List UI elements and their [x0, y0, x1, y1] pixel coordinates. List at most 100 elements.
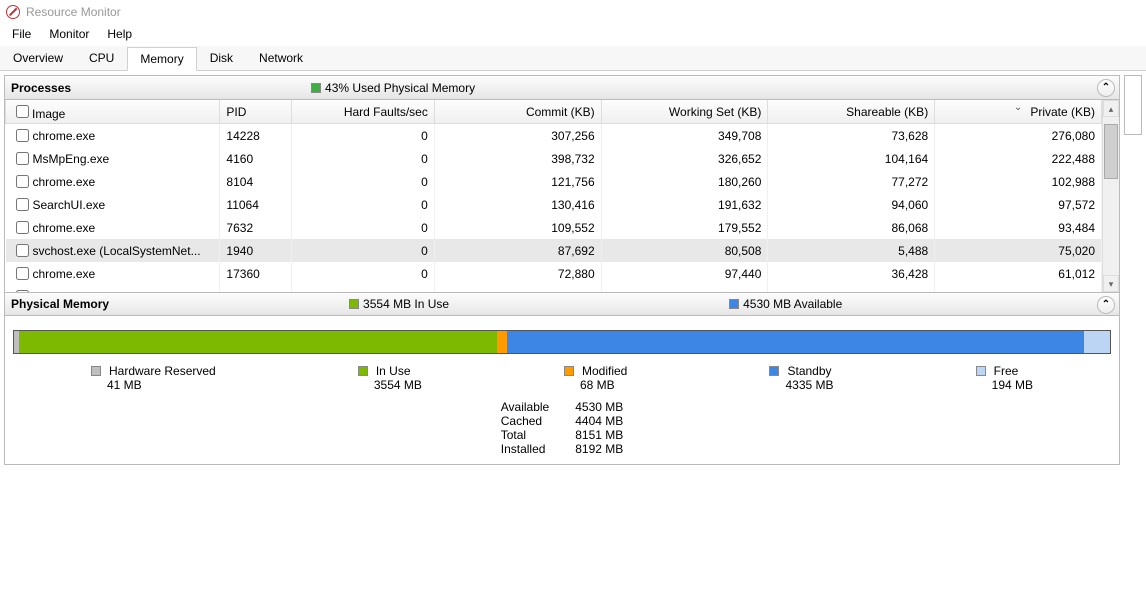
menu-monitor[interactable]: Monitor [41, 25, 97, 43]
row-checkbox[interactable] [16, 267, 29, 280]
memory-legend: Hardware Reserved41 MB In Use3554 MB Modif… [11, 364, 1113, 400]
legend-standby: Standby4335 MB [769, 364, 833, 392]
legend-value: 41 MB [91, 378, 216, 392]
tab-cpu[interactable]: CPU [76, 46, 127, 70]
tab-bar: Overview CPU Memory Disk Network [0, 46, 1146, 71]
tab-memory[interactable]: Memory [127, 47, 196, 71]
menu-file[interactable]: File [4, 25, 39, 43]
table-row[interactable]: chrome.exe76320109,552179,55286,06893,48… [6, 216, 1102, 239]
row-checkbox[interactable] [16, 152, 29, 165]
processes-title: Processes [11, 81, 71, 95]
cell-workingset: 191,632 [601, 193, 768, 216]
legend-value: 4335 MB [769, 378, 833, 392]
cell-shareable: 36,428 [768, 262, 935, 285]
stats-values: 4530 MB4404 MB8151 MB8192 MB [569, 400, 623, 456]
cell-image: chrome.exe [6, 216, 220, 239]
menu-help[interactable]: Help [99, 25, 140, 43]
legend-label: Modified [582, 364, 627, 378]
app-icon [6, 5, 20, 19]
tab-network[interactable]: Network [246, 46, 316, 70]
cell-commit: 130,416 [434, 193, 601, 216]
collapse-processes-icon[interactable]: ⌃ [1097, 79, 1115, 97]
processes-table: Image PID Hard Faults/sec Commit (KB) Wo… [5, 100, 1119, 292]
col-commit[interactable]: Commit (KB) [434, 100, 601, 124]
row-checkbox[interactable] [16, 198, 29, 211]
stats-keys: AvailableCachedTotalInstalled [501, 400, 549, 456]
membar-seg-free [1084, 331, 1110, 353]
menu-bar: File Monitor Help [0, 24, 1146, 44]
tab-disk[interactable]: Disk [197, 46, 246, 70]
stat-key: Cached [501, 414, 549, 428]
cell-image: chrome.exe [6, 262, 220, 285]
collapse-physical-icon[interactable]: ⌃ [1097, 296, 1115, 314]
cell-pid: 1940 [220, 239, 291, 262]
legend-label: Hardware Reserved [109, 364, 216, 378]
cell-shareable: 86,068 [768, 216, 935, 239]
memory-usage-bar [13, 330, 1111, 354]
cell-image: SearchUI.exe [6, 193, 220, 216]
cell-private: 61,012 [935, 262, 1102, 285]
col-workingset[interactable]: Working Set (KB) [601, 100, 768, 124]
row-checkbox[interactable] [16, 221, 29, 234]
physical-memory-panel-header[interactable]: Physical Memory 3554 MB In Use 4530 MB A… [5, 292, 1119, 316]
legend-hardware-reserved: Hardware Reserved41 MB [91, 364, 216, 392]
table-row[interactable]: svchost.exe (LocalSystemNet...1940087,69… [6, 239, 1102, 262]
cell-private: 75,020 [935, 239, 1102, 262]
row-checkbox[interactable] [16, 244, 29, 257]
cell-hardfaults: 0 [291, 239, 434, 262]
cell-image: chrome.exe [6, 124, 220, 148]
cell-shareable: 104,164 [768, 147, 935, 170]
cell-shareable: 77,272 [768, 170, 935, 193]
col-shareable[interactable]: Shareable (KB) [768, 100, 935, 124]
legend-label: In Use [376, 364, 411, 378]
cell-shareable: 5,488 [768, 239, 935, 262]
cell-private: 276,080 [935, 124, 1102, 148]
cell-pid: 17360 [220, 262, 291, 285]
stat-key: Available [501, 400, 549, 414]
table-row[interactable]: chrome.exe142280307,256349,70873,628276,… [6, 124, 1102, 148]
table-row[interactable]: MsMpEng.exe41600398,732326,652104,164222… [6, 147, 1102, 170]
window-titlebar: Resource Monitor [0, 0, 1146, 24]
side-gutter [1124, 75, 1142, 469]
processes-panel-header[interactable]: Processes 43% Used Physical Memory ⌃ [5, 76, 1119, 100]
cell-hardfaults: 0 [291, 193, 434, 216]
table-row[interactable]: chrome.exe81040121,756180,26077,272102,9… [6, 170, 1102, 193]
cell-image: EXCEL.EXE [6, 285, 220, 292]
col-image[interactable]: Image [6, 100, 220, 124]
scroll-thumb[interactable] [1104, 124, 1118, 179]
cell-image: MsMpEng.exe [6, 147, 220, 170]
cell-image: chrome.exe [6, 170, 220, 193]
cell-hardfaults: 0 [291, 285, 434, 292]
col-hardfaults[interactable]: Hard Faults/sec [291, 100, 434, 124]
cell-hardfaults: 0 [291, 124, 434, 148]
cell-commit: 83,428 [434, 285, 601, 292]
membar-seg-in-use [19, 331, 497, 353]
legend-in-use: In Use3554 MB [358, 364, 422, 392]
legend-free: Free194 MB [976, 364, 1033, 392]
cell-pid: 8104 [220, 170, 291, 193]
cell-workingset: 179,552 [601, 216, 768, 239]
stat-value: 4404 MB [575, 414, 623, 428]
legend-label: Free [994, 364, 1019, 378]
row-checkbox[interactable] [16, 175, 29, 188]
table-row[interactable]: SearchUI.exe110640130,416191,63294,06097… [6, 193, 1102, 216]
legend-value: 3554 MB [358, 378, 422, 392]
select-all-checkbox[interactable] [16, 105, 29, 118]
cell-workingset: 97,440 [601, 262, 768, 285]
cell-commit: 109,552 [434, 216, 601, 239]
table-row[interactable]: chrome.exe17360072,88097,44036,42861,012 [6, 262, 1102, 285]
cell-pid: 11064 [220, 193, 291, 216]
cell-hardfaults: 0 [291, 170, 434, 193]
row-checkbox[interactable] [16, 129, 29, 142]
content-area: Processes 43% Used Physical Memory ⌃ Ima… [4, 75, 1120, 465]
col-private[interactable]: Private (KB) [935, 100, 1102, 124]
scroll-down-icon[interactable]: ▾ [1103, 275, 1119, 292]
processes-scrollbar[interactable]: ▴ ▾ [1102, 100, 1119, 292]
cell-hardfaults: 0 [291, 262, 434, 285]
scroll-up-icon[interactable]: ▴ [1103, 100, 1119, 117]
tab-overview[interactable]: Overview [0, 46, 76, 70]
col-pid[interactable]: PID [220, 100, 291, 124]
stat-value: 4530 MB [575, 400, 623, 414]
table-row[interactable]: EXCEL.EXE12640083,428141,67688,23653,440 [6, 285, 1102, 292]
cell-shareable: 88,236 [768, 285, 935, 292]
